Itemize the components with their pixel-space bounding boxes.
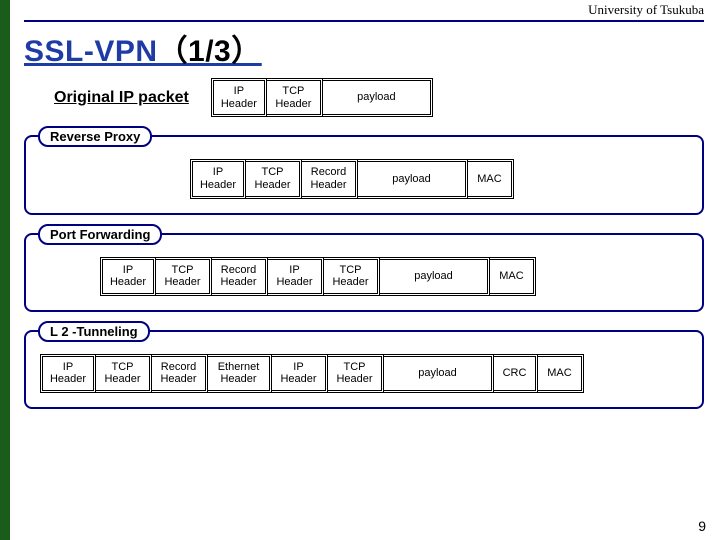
cell-ip-header-inner: IP Header [268, 257, 324, 296]
cell-mac: MAC [468, 159, 514, 198]
cell-payload: payload [358, 159, 468, 198]
section-label-port-forwarding: Port Forwarding [38, 224, 162, 245]
section-reverse-proxy: Reverse Proxy IP Header TCP Header Recor… [24, 135, 704, 214]
cell-ethernet-header: Ethernet Header [208, 354, 272, 393]
cell-tcp-header-outer: TCP Header [96, 354, 152, 393]
cell-mac: MAC [538, 354, 584, 393]
cell-mac: MAC [490, 257, 536, 296]
cell-payload: payload [380, 257, 490, 296]
cell-record-header: Record Header [152, 354, 208, 393]
institution-name: University of Tsukuba [588, 2, 704, 17]
section-label-l2-tunneling: L 2 -Tunneling [38, 321, 150, 342]
cell-record-header: Record Header [302, 159, 358, 198]
cell-ip-header-inner: IP Header [272, 354, 328, 393]
page-number: 9 [698, 518, 706, 534]
cell-ip-header: IP Header [211, 78, 267, 117]
cell-record-header: Record Header [212, 257, 268, 296]
original-packet-label: Original IP packet [54, 89, 189, 107]
row-reverse-proxy: IP Header TCP Header Record Header paylo… [190, 159, 688, 198]
cell-tcp-header-inner: TCP Header [324, 257, 380, 296]
slide: University of Tsukuba SSL-VPN（1/3） Origi… [0, 0, 720, 540]
institution-bar: University of Tsukuba [24, 0, 704, 22]
cell-ip-header: IP Header [190, 159, 246, 198]
cell-payload: payload [384, 354, 494, 393]
cell-tcp-header-inner: TCP Header [328, 354, 384, 393]
original-packet-row: Original IP packet IP Header TCP Header … [54, 78, 704, 117]
figure-area: Original IP packet IP Header TCP Header … [24, 78, 704, 409]
original-packet-cells: IP Header TCP Header payload [211, 78, 433, 117]
row-port-forwarding: IP Header TCP Header Record Header IP He… [100, 257, 688, 296]
cell-tcp-header: TCP Header [246, 159, 302, 198]
row-l2-tunneling: IP Header TCP Header Record Header Ether… [40, 354, 688, 393]
cell-ip-header-outer: IP Header [40, 354, 96, 393]
cell-crc: CRC [494, 354, 538, 393]
section-label-reverse-proxy: Reverse Proxy [38, 126, 152, 147]
cell-payload: payload [323, 78, 433, 117]
cell-tcp-header: TCP Header [267, 78, 323, 117]
section-l2-tunneling: L 2 -Tunneling IP Header TCP Header Reco… [24, 330, 704, 409]
title-paren: （1/3） [158, 35, 262, 68]
section-port-forwarding: Port Forwarding IP Header TCP Header Rec… [24, 233, 704, 312]
cell-ip-header-outer: IP Header [100, 257, 156, 296]
cell-tcp-header-outer: TCP Header [156, 257, 212, 296]
page-title: SSL-VPN（1/3） [24, 26, 704, 70]
title-main: SSL-VPN [24, 35, 158, 68]
